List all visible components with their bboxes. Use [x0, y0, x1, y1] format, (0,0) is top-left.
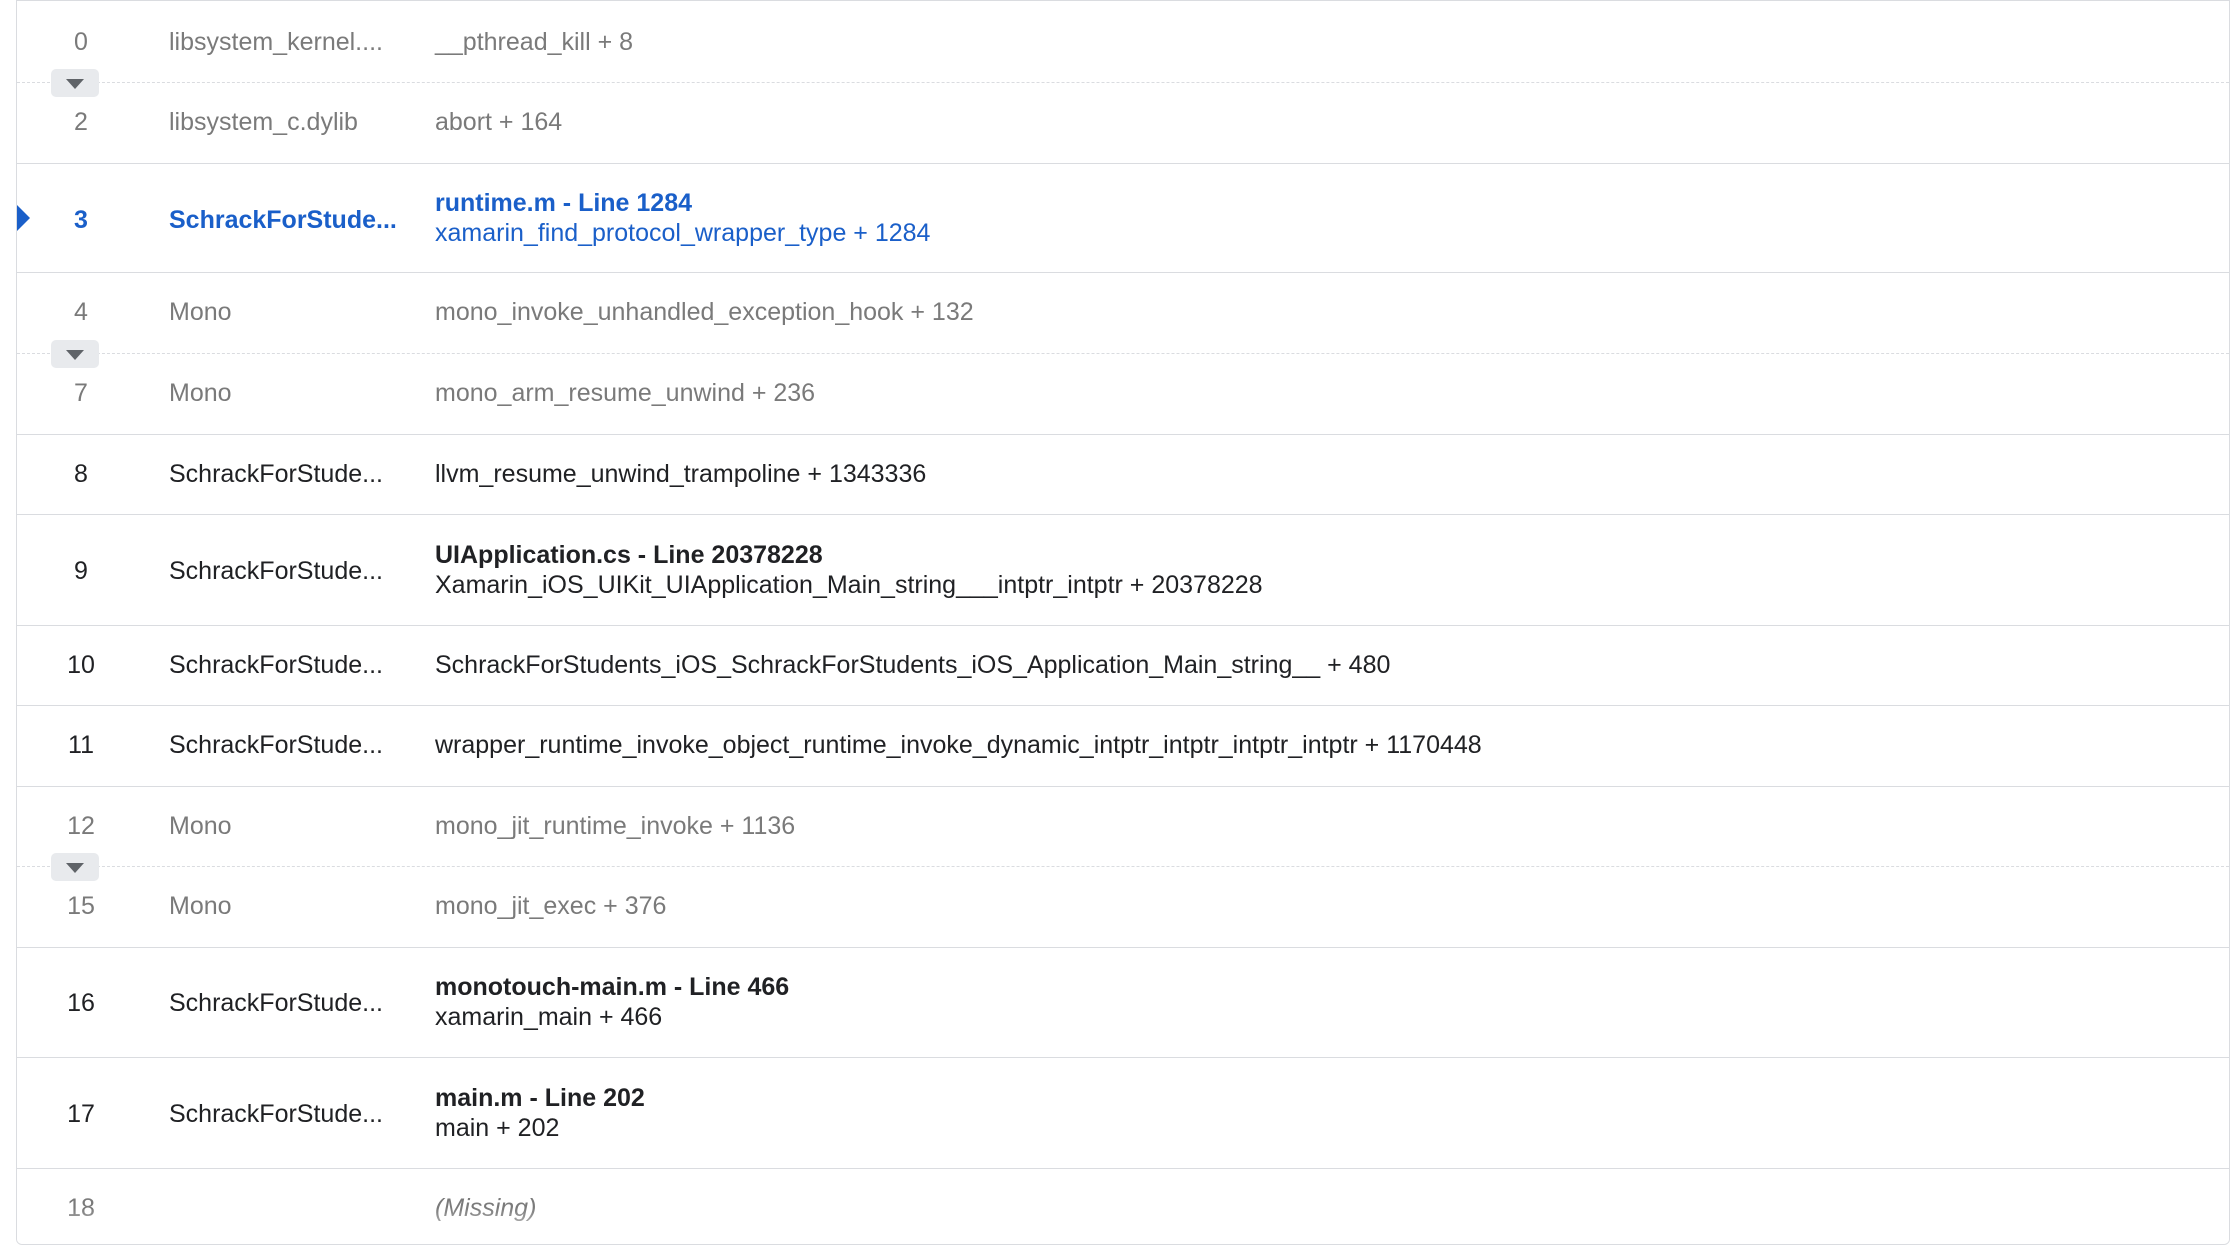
frame-row-7[interactable]: 7 Mono mono_arm_resume_unwind + 236 [17, 354, 2229, 435]
frame-source-location[interactable]: monotouch-main.m - Line 466 [435, 972, 789, 1002]
frame-library: Mono [169, 812, 232, 840]
expand-frames-button[interactable] [51, 853, 99, 881]
frame-library: SchrackForStude... [169, 206, 397, 234]
frame-row-15[interactable]: 15 Mono mono_jit_exec + 376 [17, 867, 2229, 948]
frame-library: SchrackForStude... [169, 651, 383, 679]
frame-function-detail: Xamarin_iOS_UIKit_UIApplication_Main_str… [435, 571, 1263, 599]
frame-index: 11 [68, 731, 94, 759]
frame-row-0[interactable]: 0 libsystem_kernel.... __pthread_kill + … [17, 1, 2229, 83]
frame-function: __pthread_kill + 8 [435, 27, 633, 57]
frame-index: 12 [67, 812, 95, 840]
frame-row-9[interactable]: 9 SchrackForStude... UIApplication.cs - … [17, 515, 2229, 626]
stack-trace-page: 0 libsystem_kernel.... __pthread_kill + … [0, 0, 2234, 1249]
frame-row-3[interactable]: 3 SchrackForStude... runtime.m - Line 12… [17, 164, 2229, 273]
frame-function: mono_invoke_unhandled_exception_hook + 1… [435, 297, 974, 327]
frame-index: 3 [74, 206, 88, 234]
frame-function: main.m - Line 202 main + 202 [435, 1083, 645, 1143]
frame-function-detail: abort + 164 [435, 108, 563, 136]
frame-function: wrapper_runtime_invoke_object_runtime_in… [435, 730, 1482, 760]
frame-function: SchrackForStudents_iOS_SchrackForStudent… [435, 650, 1390, 680]
frame-function: monotouch-main.m - Line 466 xamarin_main… [435, 972, 789, 1032]
frame-function-detail: llvm_resume_unwind_trampoline + 1343336 [435, 460, 927, 488]
frame-function: (Missing) [435, 1193, 536, 1223]
frame-function-detail: main + 202 [435, 1114, 560, 1142]
frame-function-detail: mono_invoke_unhandled_exception_hook + 1… [435, 298, 974, 326]
frame-index: 7 [74, 379, 88, 407]
chevron-down-icon [66, 863, 84, 873]
frame-function: mono_jit_exec + 376 [435, 891, 666, 921]
frame-function: UIApplication.cs - Line 20378228 Xamarin… [435, 540, 1263, 600]
frame-row-11[interactable]: 11 SchrackForStude... wrapper_runtime_in… [17, 706, 2229, 787]
frame-library: libsystem_kernel.... [169, 28, 383, 56]
frame-library: libsystem_c.dylib [169, 108, 358, 136]
frame-library: SchrackForStude... [169, 1100, 383, 1128]
frame-source-location[interactable]: UIApplication.cs - Line 20378228 [435, 540, 1263, 570]
frame-function-detail: mono_jit_runtime_invoke + 1136 [435, 812, 796, 840]
expand-frames-button[interactable] [51, 69, 99, 97]
frame-library: Mono [169, 892, 232, 920]
frame-row-10[interactable]: 10 SchrackForStude... SchrackForStudents… [17, 626, 2229, 706]
frame-index: 4 [74, 298, 88, 326]
frame-function-detail: xamarin_find_protocol_wrapper_type + 128… [435, 219, 931, 247]
frame-index: 18 [67, 1194, 95, 1222]
frame-source-location[interactable]: main.m - Line 202 [435, 1083, 645, 1113]
frame-library: Mono [169, 379, 232, 407]
frame-index: 0 [74, 28, 88, 56]
frame-function: mono_jit_runtime_invoke + 1136 [435, 811, 795, 841]
caret-right-icon [17, 205, 30, 231]
frame-function-detail: mono_arm_resume_unwind + 236 [435, 379, 816, 407]
frame-library: SchrackForStude... [169, 557, 383, 585]
frame-index: 9 [74, 557, 88, 585]
frame-index: 16 [67, 989, 95, 1017]
frame-row-2[interactable]: 2 libsystem_c.dylib abort + 164 [17, 83, 2229, 164]
frame-row-8[interactable]: 8 SchrackForStude... llvm_resume_unwind_… [17, 435, 2229, 515]
frame-function-detail: (Missing) [435, 1194, 537, 1222]
chevron-down-icon [66, 350, 84, 360]
frame-function-detail: SchrackForStudents_iOS_SchrackForStudent… [435, 651, 1391, 679]
expand-frames-button[interactable] [51, 340, 99, 368]
frame-row-18[interactable]: 18 (Missing) [17, 1169, 2229, 1244]
chevron-down-icon [66, 79, 84, 89]
frame-index: 8 [74, 460, 88, 488]
frame-function-detail: mono_jit_exec + 376 [435, 892, 667, 920]
frame-index: 15 [67, 892, 95, 920]
frame-function: llvm_resume_unwind_trampoline + 1343336 [435, 459, 926, 489]
frame-row-17[interactable]: 17 SchrackForStude... main.m - Line 202 … [17, 1058, 2229, 1169]
frame-row-4[interactable]: 4 Mono mono_invoke_unhandled_exception_h… [17, 273, 2229, 354]
frame-function-detail: wrapper_runtime_invoke_object_runtime_in… [435, 731, 1482, 759]
frame-function-detail: __pthread_kill + 8 [435, 28, 634, 56]
frame-library: SchrackForStude... [169, 460, 383, 488]
frame-row-16[interactable]: 16 SchrackForStude... monotouch-main.m -… [17, 948, 2229, 1058]
frame-function: runtime.m - Line 1284 xamarin_find_proto… [435, 188, 930, 248]
stack-trace-panel: 0 libsystem_kernel.... __pthread_kill + … [16, 0, 2230, 1245]
frame-library: SchrackForStude... [169, 989, 383, 1017]
frame-function-detail: xamarin_main + 466 [435, 1003, 663, 1031]
frame-function: mono_arm_resume_unwind + 236 [435, 378, 815, 408]
frame-source-location[interactable]: runtime.m - Line 1284 [435, 188, 930, 218]
frame-library: Mono [169, 298, 232, 326]
frame-row-12[interactable]: 12 Mono mono_jit_runtime_invoke + 1136 [17, 787, 2229, 867]
frame-library: SchrackForStude... [169, 731, 383, 759]
frame-index: 17 [67, 1100, 95, 1128]
frame-index: 2 [74, 108, 88, 136]
frame-function: abort + 164 [435, 107, 562, 137]
frame-index: 10 [67, 651, 95, 679]
